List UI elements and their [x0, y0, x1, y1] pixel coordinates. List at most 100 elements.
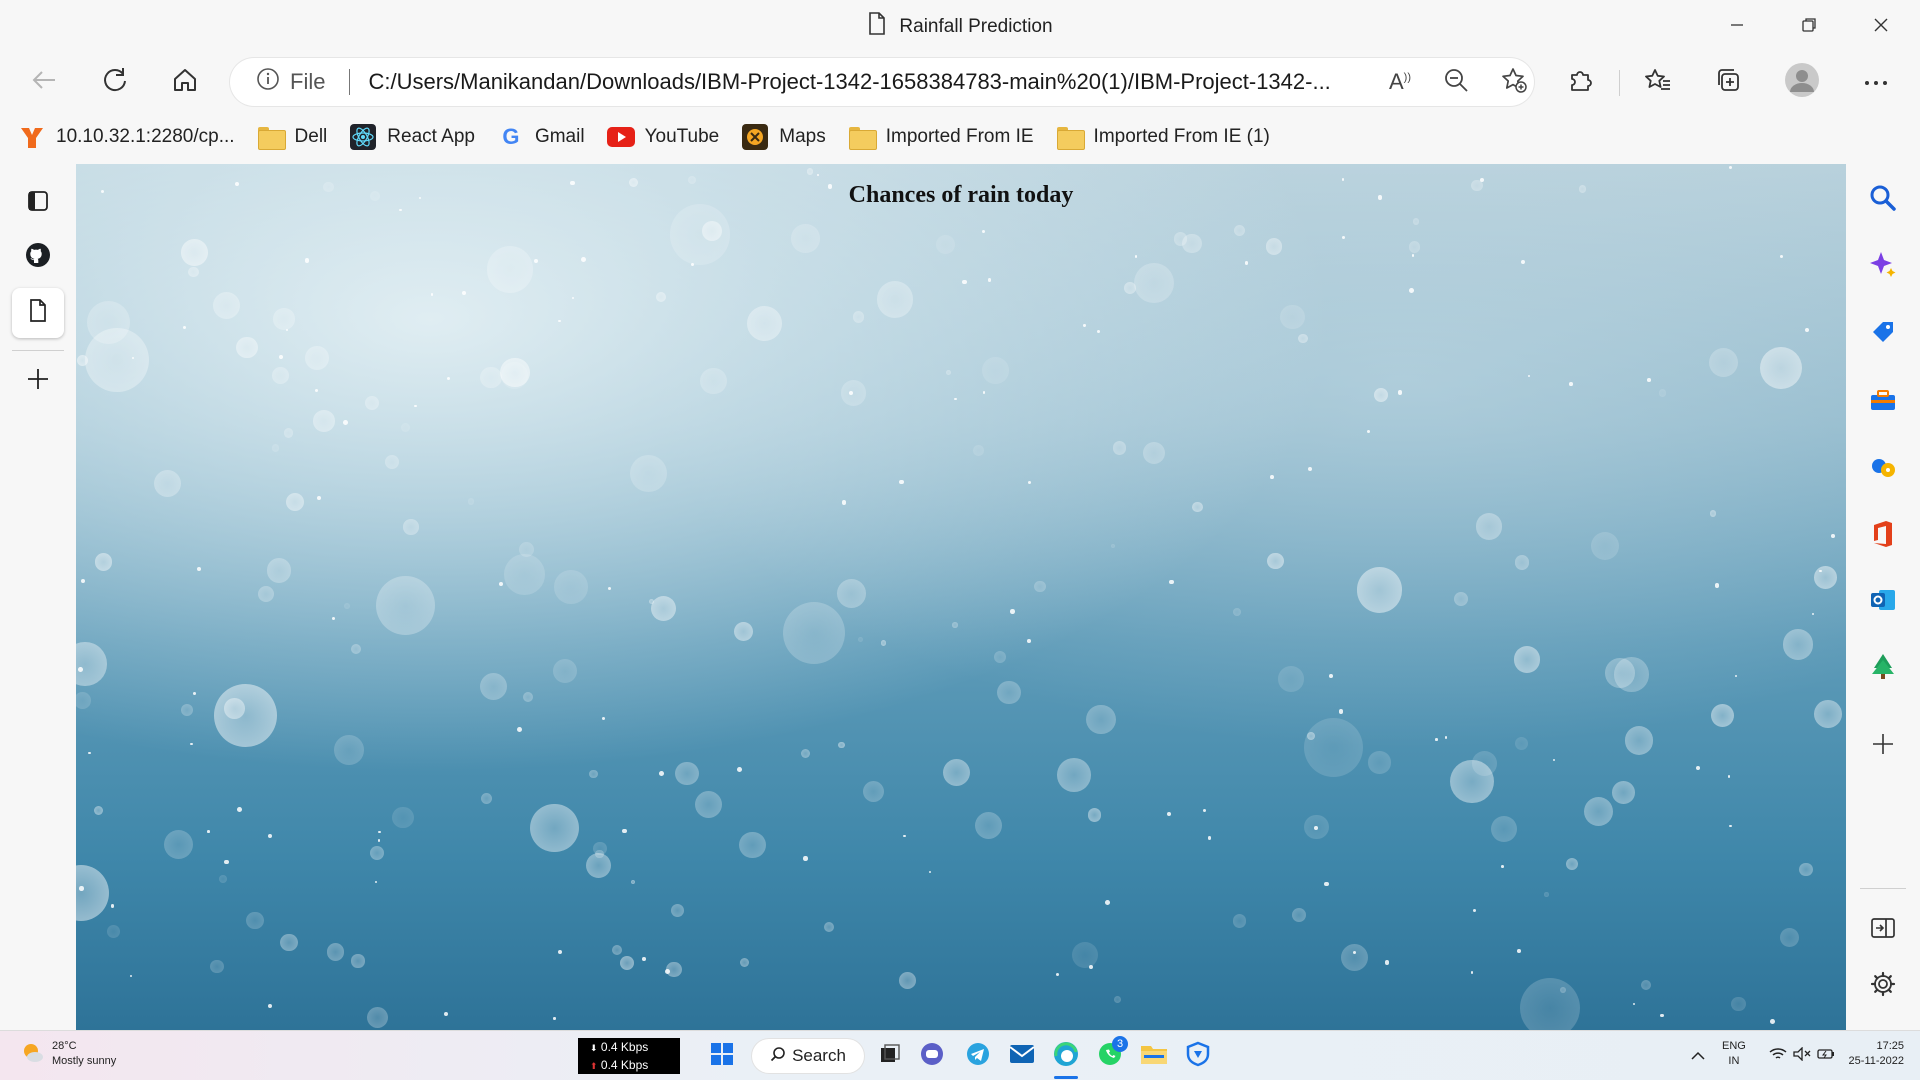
refresh-button[interactable]	[93, 62, 137, 102]
bokeh-drop	[936, 234, 956, 255]
back-button[interactable]	[22, 62, 66, 102]
address-bar[interactable]: File C:/Users/Manikandan/Downloads/IBM-P…	[230, 58, 1534, 106]
favorite-item-maps[interactable]: Maps	[741, 117, 826, 157]
search-icon	[1869, 184, 1897, 217]
input-language-indicator[interactable]: ENG IN	[1722, 1039, 1746, 1069]
new-tab-button[interactable]	[12, 356, 64, 406]
start-button[interactable]	[706, 1040, 738, 1072]
tab-actions-icon	[26, 189, 50, 218]
vpn-app-button[interactable]	[1182, 1040, 1214, 1072]
favorite-item-youtube[interactable]: YouTube	[606, 117, 719, 157]
sparkle-drop	[899, 479, 904, 485]
favorite-item-gmail[interactable]: G Gmail	[497, 117, 584, 157]
toolbar-divider	[1619, 70, 1620, 96]
settings-more-button[interactable]	[1854, 62, 1898, 102]
sparkle-drop	[378, 830, 381, 833]
bokeh-drop	[1412, 218, 1420, 226]
tab-github[interactable]	[12, 232, 64, 282]
telegram-button[interactable]	[962, 1040, 994, 1072]
window-title-area: Rainfall Prediction	[0, 12, 1920, 42]
sparkle-drop	[1338, 709, 1344, 714]
sidebar-shopping-button[interactable]	[1863, 314, 1903, 354]
sparkle-drop	[1501, 865, 1505, 868]
favorite-label: 10.10.32.1:2280/cp...	[56, 126, 235, 147]
home-button[interactable]	[163, 62, 207, 102]
teams-chat-button[interactable]	[916, 1040, 948, 1072]
zoom-button[interactable]	[1436, 62, 1476, 102]
bokeh-drop	[1373, 387, 1388, 403]
sparkle-drop	[431, 293, 434, 296]
bokeh-drop	[1814, 566, 1838, 590]
sparkle-drop	[1521, 260, 1526, 265]
windows-taskbar: 28°C Mostly sunny ⬇ 0.4 Kbps ⬆ 0.4 Kbps …	[0, 1030, 1920, 1080]
read-aloud-button[interactable]: A))	[1380, 62, 1420, 102]
whatsapp-button[interactable]: 3	[1094, 1036, 1128, 1072]
sparkle-drop	[1729, 166, 1733, 170]
favorite-folder-imported-ie[interactable]: Imported From IE	[848, 117, 1034, 157]
favorite-item-react-app[interactable]: React App	[349, 117, 475, 157]
show-hidden-icons-button[interactable]	[1682, 1040, 1714, 1072]
extensions-button[interactable]	[1558, 62, 1602, 102]
window-title: Rainfall Prediction	[899, 16, 1053, 37]
bokeh-drop	[1624, 726, 1654, 755]
sidebar-settings-button[interactable]	[1863, 966, 1903, 1006]
bokeh-drop	[224, 697, 245, 719]
profile-button[interactable]	[1780, 62, 1824, 102]
sparkle-drop	[314, 388, 319, 393]
task-view-button[interactable]	[874, 1040, 906, 1072]
favorite-item-router[interactable]: 10.10.32.1:2280/cp...	[18, 117, 235, 157]
sidebar-search-button[interactable]	[1863, 180, 1903, 220]
weather-widget[interactable]: 28°C Mostly sunny	[20, 1039, 116, 1069]
bokeh-drop	[272, 366, 289, 384]
bokeh-drop	[899, 972, 916, 989]
sparkle-drop	[1472, 908, 1477, 912]
github-icon	[25, 242, 51, 273]
sidebar-add-button[interactable]	[1863, 726, 1903, 766]
battery-icon	[1817, 1047, 1835, 1066]
quick-settings-button[interactable]	[1762, 1040, 1842, 1072]
sidebar-tools-button[interactable]	[1863, 382, 1903, 422]
clock[interactable]: 17:25 25-11-2022	[1840, 1039, 1904, 1069]
sparkle-drop	[841, 500, 847, 505]
bokeh-drop	[1760, 346, 1803, 389]
bokeh-drop	[1368, 751, 1391, 774]
bokeh-drop	[620, 955, 635, 970]
sparkle-drop	[1089, 965, 1094, 970]
bokeh-drop	[630, 879, 635, 884]
site-info-button[interactable]: File	[256, 67, 325, 97]
file-explorer-button[interactable]	[1138, 1040, 1170, 1072]
edge-taskbar-button[interactable]	[1050, 1040, 1082, 1079]
minimize-button[interactable]	[1698, 0, 1776, 54]
add-favorite-button[interactable]	[1494, 62, 1534, 102]
sidebar-games-button[interactable]	[1863, 450, 1903, 490]
tab-rainfall-prediction[interactable]	[12, 288, 64, 338]
mail-button[interactable]	[1006, 1040, 1038, 1072]
bokeh-drop	[880, 640, 887, 646]
url-text[interactable]: C:/Users/Manikandan/Downloads/IBM-Projec…	[368, 69, 1353, 95]
bokeh-drop	[480, 792, 492, 804]
bokeh-drop	[838, 741, 845, 748]
sidebar-office-button[interactable]	[1863, 516, 1903, 556]
vertical-tabs-bar	[0, 164, 76, 1030]
favorite-item-dell[interactable]: Dell	[257, 117, 327, 157]
favorites-button[interactable]	[1636, 62, 1680, 102]
weather-condition: Mostly sunny	[52, 1055, 117, 1067]
sparkle-drop	[446, 377, 450, 381]
bokeh-drop	[1782, 629, 1813, 660]
sparkle-drop	[182, 325, 186, 329]
sidebar-discover-button[interactable]	[1863, 246, 1903, 286]
bokeh-drop	[188, 267, 199, 278]
sidebar-drop-button[interactable]	[1863, 648, 1903, 688]
sparkle-drop	[498, 581, 504, 587]
restore-button[interactable]	[1770, 0, 1848, 54]
favorite-folder-imported-ie-1[interactable]: Imported From IE (1)	[1056, 117, 1270, 157]
tab-actions-button[interactable]	[12, 178, 64, 228]
bokeh-drop	[1453, 591, 1468, 606]
sidebar-hide-button[interactable]	[1863, 910, 1903, 950]
taskbar-search[interactable]: Search	[752, 1039, 864, 1073]
sidebar-outlook-button[interactable]	[1863, 582, 1903, 622]
close-window-button[interactable]	[1842, 0, 1920, 54]
collections-button[interactable]	[1706, 62, 1750, 102]
bokeh-drop	[384, 454, 399, 470]
bokeh-drop	[480, 366, 503, 389]
